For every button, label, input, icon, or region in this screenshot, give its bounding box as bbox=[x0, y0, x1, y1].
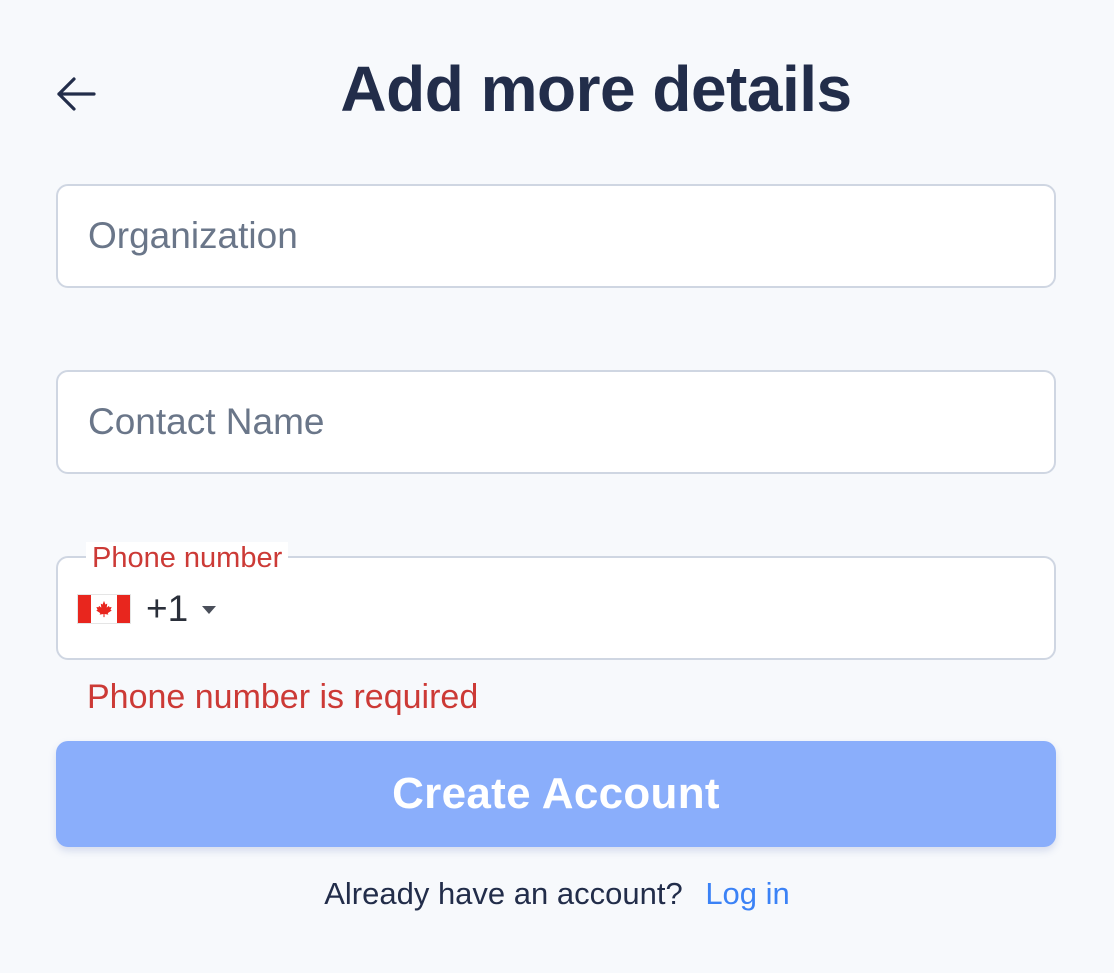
phone-field[interactable]: Phone number +1 bbox=[56, 542, 1056, 660]
login-link[interactable]: Log in bbox=[705, 876, 789, 911]
organization-field[interactable] bbox=[56, 184, 1056, 288]
page-title: Add more details bbox=[340, 53, 852, 125]
contact-name-input[interactable] bbox=[88, 372, 1028, 472]
phone-error-message: Phone number is required bbox=[87, 678, 479, 716]
contact-name-field[interactable] bbox=[56, 370, 1056, 474]
organization-input[interactable] bbox=[88, 186, 1028, 286]
create-account-button[interactable]: Create Account bbox=[56, 741, 1056, 847]
login-prompt-text: Already have an account? bbox=[324, 876, 683, 911]
phone-input[interactable] bbox=[88, 558, 1028, 658]
login-prompt: Already have an account? Log in bbox=[0, 872, 1114, 916]
